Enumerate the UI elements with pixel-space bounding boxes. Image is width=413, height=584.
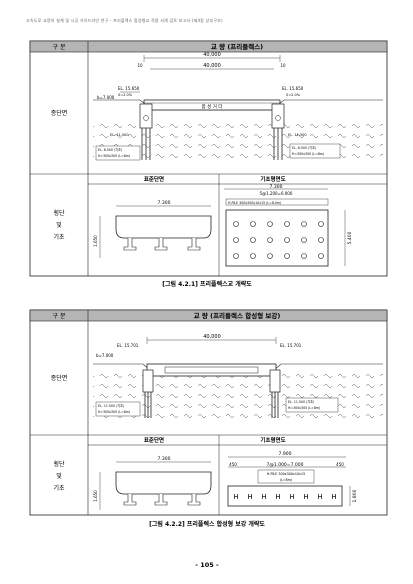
plan-note-2: (L=8m) <box>280 478 292 482</box>
foundation-right-1: EL. 11.500 (기초) <box>288 399 314 404</box>
row-label-line2: 및 <box>56 473 62 480</box>
longitudinal-section: 40,000 EL. 15.701 EL. 15.701 b=7.000 EL.… <box>93 334 383 418</box>
figure-caption: [그림 4.2.2] 프리플렉스 합성형 보강 개략도 <box>149 520 265 528</box>
foundation-left-1: EL. 8.500 (기초) <box>98 147 122 152</box>
cross-section-title: 표준단면 <box>144 436 164 444</box>
page-number: - 105 - <box>195 561 219 569</box>
standard-cross-section: 표준단면 7.300 1.650 <box>93 436 212 510</box>
row-label-line1: 횡단 <box>53 209 65 217</box>
row-label-line3: 기초 <box>53 233 65 241</box>
figure-2: 구 분 교 량 (프리플렉스 합성형 보강) 종단면 횡단 및 기초 40,00… <box>29 309 388 528</box>
svg-text:H: H <box>317 493 322 501</box>
pile-elev-right: EL. 11.500 <box>288 133 307 137</box>
elevation-left: EL. 15.650 <box>118 86 140 91</box>
foundation-left-2: H=300x300 (L=8m) <box>98 154 130 158</box>
pile-elev-left: EL. 11.500 <box>110 133 129 137</box>
row-label-line1: 횡단 <box>53 460 65 468</box>
svg-text:H: H <box>289 493 294 501</box>
plan-note-1: H-PILE 300x300x10x15 <box>267 472 305 476</box>
figure-title: 교 량 (프리플렉스) <box>211 42 263 51</box>
foundation-right-1: EL. 8.500 (기초) <box>292 145 316 150</box>
svg-text:H: H <box>303 493 308 501</box>
figure-sheet: 구 분 교 량 (프리플렉스) 종단면 횡단 및 기초 40,000 40,00… <box>29 40 388 569</box>
plan-spacing: 7@1.000=7.000 <box>267 462 304 468</box>
row-label-longitudinal: 종단면 <box>51 109 68 117</box>
row-label-line3: 기초 <box>53 484 65 492</box>
figure-title: 교 량 (프리플렉스 합성형 보강) <box>194 311 281 320</box>
plan-note: H-PILE 300x300x10x15 (L=8.0m) <box>228 201 281 205</box>
svg-text:H: H <box>331 493 336 501</box>
deck-label: 합 성 거 더 <box>202 103 223 110</box>
plan-title: 기초평면도 <box>260 175 285 183</box>
foundation-left-2: H=300x300 (L=8m) <box>98 410 130 414</box>
column-label: 구 분 <box>53 44 66 51</box>
foundation-right-2: H=300x300 (L=8m) <box>288 406 320 410</box>
cross-section-height: 1.650 <box>93 235 98 247</box>
figure-1: 구 분 교 량 (프리플렉스) 종단면 횡단 및 기초 40,000 40,00… <box>29 40 388 288</box>
dim-span: 40,000 <box>203 63 221 69</box>
bent-width: b=7.000 <box>96 353 114 358</box>
figure-caption: [그림 4.2.1] 프리플렉스교 개략도 <box>162 280 252 288</box>
dim-left: 10 <box>137 63 143 68</box>
plan-title: 기초평면도 <box>260 436 285 444</box>
longitudinal-section: 40,000 40,000 10 10 합 성 거 더 EL. 15.650 S… <box>93 52 383 161</box>
plan-width: 7.300 <box>270 184 283 190</box>
elevation-right: EL. 15.650 <box>282 86 304 91</box>
svg-text:H: H <box>233 493 238 501</box>
standard-cross-section: 표준단면 7.300 1.650 <box>93 175 212 258</box>
cross-section-height: 1.650 <box>93 490 98 502</box>
cross-section-width: 7.300 <box>158 456 171 462</box>
row-label-line2: 및 <box>56 222 62 229</box>
plan-left-offset: 450 <box>229 462 237 467</box>
foundation-right-2: H=300x300 (L=8m) <box>292 152 324 156</box>
plan-spacing: 5@1.200=6.000 <box>260 191 293 196</box>
pile-row: HHHHHHHH <box>233 493 336 501</box>
dim-total: 40,000 <box>203 52 221 58</box>
svg-text:H: H <box>261 493 266 501</box>
slope-left: S=2.0% <box>118 93 133 97</box>
plan-width: 7.900 <box>279 451 292 457</box>
row-label-longitudinal: 종단면 <box>51 374 68 382</box>
svg-text:H: H <box>275 493 280 501</box>
svg-text:H: H <box>247 493 252 501</box>
plan-height: 5.400 <box>347 231 353 244</box>
plan-right-offset: 450 <box>336 462 344 467</box>
foundation-plan: 기초평면도 7.900 450 7@1.000=7.000 450 H-PILE… <box>227 436 358 507</box>
foundation-plan: 기초평면도 7.300 5@1.200=6.000 H-PILE 300x300… <box>224 175 353 267</box>
elevation-left: EL. 15.701 <box>117 343 139 348</box>
cross-section-title: 표준단면 <box>144 175 164 183</box>
column-label: 구 분 <box>53 313 66 320</box>
cross-section-width: 7.300 <box>158 200 171 206</box>
slope-right: S=2.0% <box>286 93 301 97</box>
elevation-right: EL. 15.701 <box>280 343 302 348</box>
foundation-left-1: EL. 11.500 (기초) <box>98 403 124 408</box>
bent-width: b=7.000 <box>97 95 115 100</box>
plan-height: 1.800 <box>352 489 358 502</box>
dim-total: 40,000 <box>203 334 221 340</box>
dim-right: 10 <box>280 63 286 68</box>
